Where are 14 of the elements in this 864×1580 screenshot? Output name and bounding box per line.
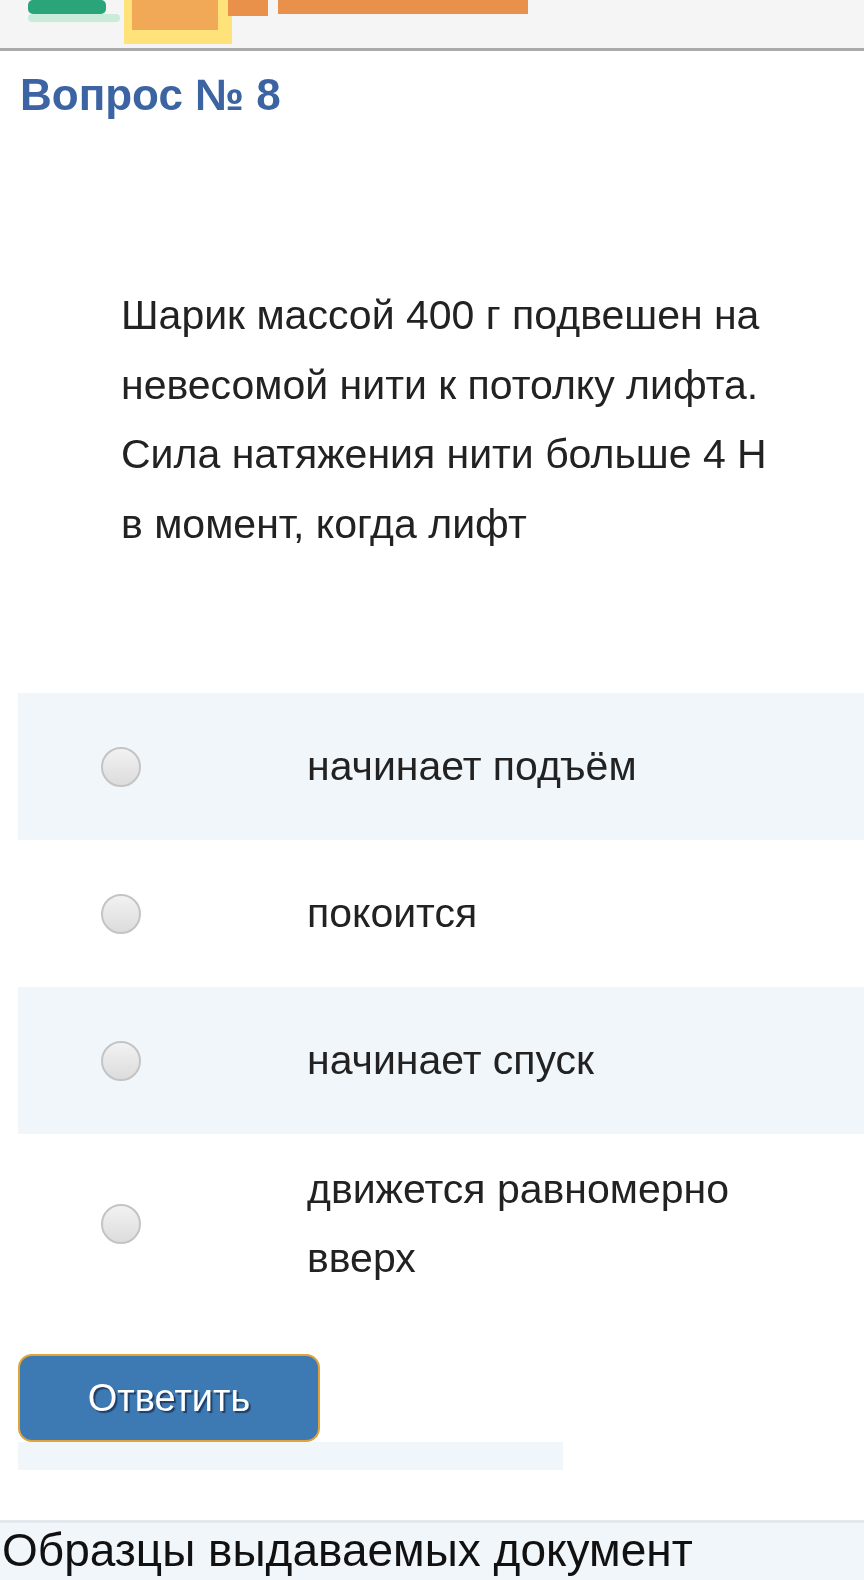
question-title: Вопрос № 8: [19, 69, 282, 121]
section-heading: Образцы выдаваемых документ: [1, 1523, 694, 1577]
answer-option[interactable]: начинает подъём: [18, 693, 864, 840]
radio-button[interactable]: [101, 1040, 141, 1081]
answer-option[interactable]: покоится: [18, 840, 864, 987]
option-label: начинает спуск: [307, 1036, 595, 1085]
answer-option[interactable]: начинает спуск: [18, 987, 864, 1134]
question-text: Шарик массой 400 г подвешен на невесомой нити к потолку лифта. Сила натяжения нити больше 4 Н в момент, когда лифт: [120, 291, 768, 549]
radio-button[interactable]: [101, 746, 141, 787]
option-label: покоится: [307, 889, 478, 938]
option-label: движется равномерно вверх: [307, 1165, 730, 1283]
option-label: начинает подъём: [307, 742, 637, 791]
answer-option[interactable]: движется равномерно вверх: [18, 1134, 864, 1314]
radio-button[interactable]: [101, 893, 141, 934]
